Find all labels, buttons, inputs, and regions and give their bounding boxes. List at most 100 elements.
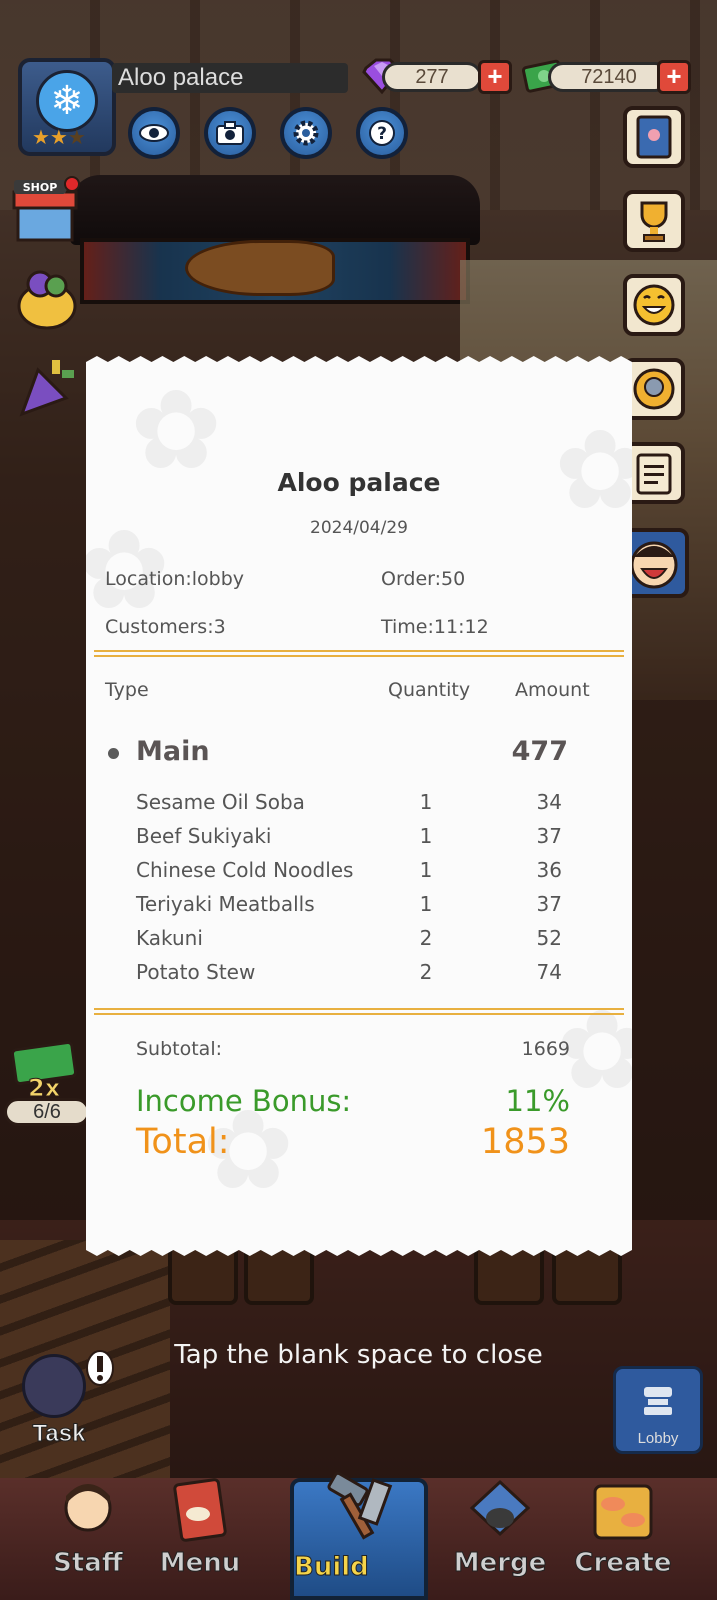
nav-staff-label: Staff <box>53 1548 124 1579</box>
receipt-time: Time:11:12 <box>381 616 489 638</box>
item-name: Teriyaki Meatballs <box>136 892 315 916</box>
item-quantity: 1 <box>419 790 433 814</box>
shop-icon: SHOP <box>12 176 80 242</box>
list-item: Teriyaki Meatballs 1 37 <box>86 892 632 926</box>
smile-face-icon <box>633 284 675 326</box>
item-amount: 34 <box>536 790 562 814</box>
help-button[interactable]: ? <box>356 107 408 159</box>
list-item: Chinese Cold Noodles 1 36 <box>86 858 632 892</box>
table-icon <box>644 1387 672 1415</box>
gift-bag-button[interactable] <box>12 262 82 332</box>
total-value: 1853 <box>480 1122 570 1162</box>
nav-merge[interactable]: Merge <box>440 1478 560 1600</box>
sushi-platter-icon <box>593 1484 653 1540</box>
item-amount: 37 <box>536 824 562 848</box>
clipboard-icon <box>636 453 672 495</box>
nav-build-label: Build <box>294 1552 370 1583</box>
camera-icon <box>216 121 244 145</box>
shop-label: SHOP <box>23 181 58 194</box>
laughing-character-icon <box>630 541 678 589</box>
category-bullet <box>108 748 119 759</box>
item-amount: 52 <box>536 926 562 950</box>
receipt-panel: ✿ ✿ ✿ ✿ ✿ Aloo palace 2024/04/29 Locatio… <box>86 356 632 1256</box>
party-popper-icon <box>19 360 74 417</box>
task-button[interactable]: Task <box>10 1350 114 1448</box>
item-quantity: 1 <box>419 858 433 882</box>
restaurant-avatar[interactable]: ❄ ★★★ <box>18 58 116 156</box>
subtotal-label: Subtotal: <box>136 1038 223 1060</box>
guest-icon <box>633 368 675 410</box>
rating-stars: ★★★ <box>32 127 86 149</box>
income-bonus-label: Income Bonus: <box>136 1084 352 1118</box>
column-header-type: Type <box>105 679 149 701</box>
receipt-customers: Customers:3 <box>105 616 226 638</box>
column-header-amount: Amount <box>515 679 590 701</box>
restaurant-name[interactable]: Aloo palace <box>112 63 348 93</box>
add-gems-button[interactable]: + <box>478 60 512 94</box>
book-icon <box>636 115 672 159</box>
item-amount: 37 <box>536 892 562 916</box>
item-name: Kakuni <box>136 926 203 950</box>
boost-count: 6/6 <box>4 1098 90 1126</box>
nav-menu-label: Menu <box>159 1548 241 1579</box>
subtotal-value: 1669 <box>521 1038 570 1060</box>
nav-staff[interactable]: Staff <box>28 1478 148 1600</box>
item-name: Sesame Oil Soba <box>136 790 305 814</box>
hammer-saw-icon <box>327 1472 393 1540</box>
receipt-location: Location:lobby <box>105 568 245 590</box>
recipe-book-button[interactable] <box>623 106 685 168</box>
receipt-divider <box>94 650 624 657</box>
list-item: Beef Sukiyaki 1 37 <box>86 824 632 858</box>
shop-button[interactable]: SHOP <box>10 176 80 246</box>
party-popper-button[interactable] <box>12 352 82 422</box>
receipt-divider <box>94 1008 624 1015</box>
exclamation-icon <box>86 1350 114 1386</box>
column-header-quantity: Quantity <box>388 679 471 701</box>
item-quantity: 2 <box>419 960 433 984</box>
nav-create[interactable]: Create <box>563 1478 683 1600</box>
emote-button[interactable] <box>623 274 685 336</box>
category-amount: 477 <box>511 736 568 767</box>
view-button[interactable] <box>128 107 180 159</box>
nav-build[interactable]: Build <box>290 1472 428 1600</box>
snowflake-icon: ❄ <box>36 70 98 132</box>
item-name: Chinese Cold Noodles <box>136 858 354 882</box>
question-icon: ? <box>369 120 395 146</box>
item-amount: 74 <box>536 960 562 984</box>
guest-button[interactable] <box>623 358 685 420</box>
orders-button[interactable] <box>623 442 685 504</box>
item-quantity: 2 <box>419 926 433 950</box>
receipt-order: Order:50 <box>381 568 466 590</box>
receipt-title: Aloo palace <box>277 468 441 497</box>
svg-text:?: ? <box>377 124 387 144</box>
list-item: Sesame Oil Soba 1 34 <box>86 790 632 824</box>
screenshot-button[interactable] <box>204 107 256 159</box>
nav-merge-label: Merge <box>453 1548 547 1579</box>
menu-book-icon <box>173 1478 227 1542</box>
list-item: Potato Stew 2 74 <box>86 960 632 994</box>
item-amount: 36 <box>536 858 562 882</box>
merge-icon <box>469 1479 531 1537</box>
cash-stack-icon: 2x <box>10 1041 78 1103</box>
nav-menu[interactable]: Menu <box>140 1478 260 1600</box>
eye-icon <box>139 124 169 142</box>
gear-icon <box>293 120 319 146</box>
gift-bag-icon <box>17 270 77 330</box>
gem-count: 277 <box>382 62 482 92</box>
task-label: Task <box>32 1420 86 1448</box>
trophy-icon <box>640 201 668 242</box>
boost-label: 2x <box>28 1074 61 1100</box>
settings-button[interactable] <box>280 107 332 159</box>
add-cash-button[interactable]: + <box>657 60 691 94</box>
category-name: Main <box>136 736 210 767</box>
lobby-button[interactable]: Lobby <box>613 1366 703 1454</box>
lobby-label: Lobby <box>637 1430 679 1447</box>
item-quantity: 1 <box>419 824 433 848</box>
task-character-icon <box>22 1354 86 1418</box>
item-name: Beef Sukiyaki <box>136 824 272 848</box>
total-label: Total: <box>136 1122 230 1162</box>
receipt-date: 2024/04/29 <box>310 518 408 538</box>
list-item: Kakuni 2 52 <box>86 926 632 960</box>
trophy-button[interactable] <box>623 190 685 252</box>
staff-icon <box>64 1484 112 1532</box>
